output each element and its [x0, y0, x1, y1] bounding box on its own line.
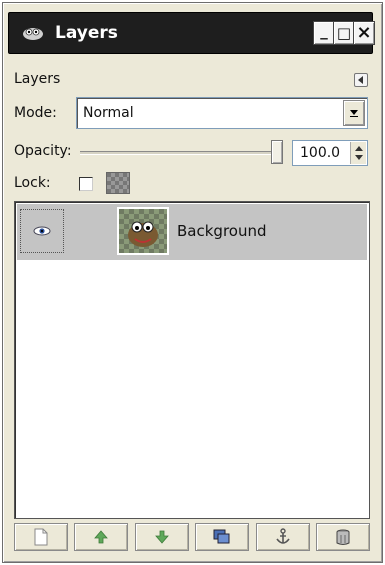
triangle-left-icon: [358, 76, 363, 84]
raise-layer-button[interactable]: [74, 523, 129, 551]
duplicate-icon: [213, 529, 230, 544]
anchor-icon: [275, 528, 290, 544]
mode-value: Normal: [83, 105, 134, 121]
delete-layer-button[interactable]: [315, 523, 370, 551]
panel-heading: Layers: [14, 71, 61, 87]
lock-label: Lock:: [14, 175, 51, 191]
close-button[interactable]: ×: [353, 21, 375, 45]
minimize-icon: _: [320, 21, 328, 40]
duplicate-layer-button[interactable]: [195, 523, 250, 551]
new-layer-button[interactable]: [14, 523, 68, 551]
spin-arrows-icon: [355, 146, 363, 160]
close-icon: ×: [356, 22, 372, 43]
opacity-label: Opacity:: [14, 143, 72, 159]
anchor-layer-button[interactable]: [255, 523, 310, 551]
arrow-down-icon: [154, 530, 169, 544]
window-title: Layers: [55, 23, 118, 43]
mode-dropdown-button[interactable]: [343, 100, 365, 126]
mode-combo[interactable]: Normal: [76, 97, 368, 129]
layers-action-bar: [14, 523, 370, 551]
layer-thumbnail: [117, 207, 169, 255]
lock-alpha-toggle[interactable]: [106, 172, 130, 194]
mode-label: Mode:: [14, 105, 57, 121]
minimize-button[interactable]: _: [313, 21, 335, 45]
maximize-icon: □: [336, 23, 352, 42]
title-bar[interactable]: Layers _ □ ×: [8, 12, 375, 54]
trash-icon: [336, 529, 350, 545]
lock-pixels-checkbox[interactable]: [79, 177, 93, 191]
chevron-down-icon: [350, 110, 358, 117]
opacity-spinbutton[interactable]: 100.0: [292, 140, 368, 166]
eye-icon: [33, 226, 51, 236]
lower-layer-button[interactable]: [134, 523, 189, 551]
maximize-button[interactable]: □: [333, 21, 355, 45]
panel-menu-button[interactable]: [354, 73, 368, 87]
gimp-wilber-icon: [23, 28, 43, 40]
opacity-value: 100.0: [300, 145, 341, 161]
wilber-thumbnail-icon: [128, 221, 158, 247]
opacity-slider-track[interactable]: [80, 151, 276, 155]
layer-visibility-toggle[interactable]: [20, 209, 64, 253]
opacity-slider-thumb[interactable]: [271, 140, 283, 164]
layers-list[interactable]: Background: [14, 201, 370, 519]
arrow-up-icon: [94, 530, 109, 544]
layer-name[interactable]: Background: [177, 222, 267, 240]
layer-row-background[interactable]: Background: [17, 204, 367, 260]
new-document-icon: [34, 528, 48, 546]
opacity-stepper[interactable]: [350, 142, 366, 164]
